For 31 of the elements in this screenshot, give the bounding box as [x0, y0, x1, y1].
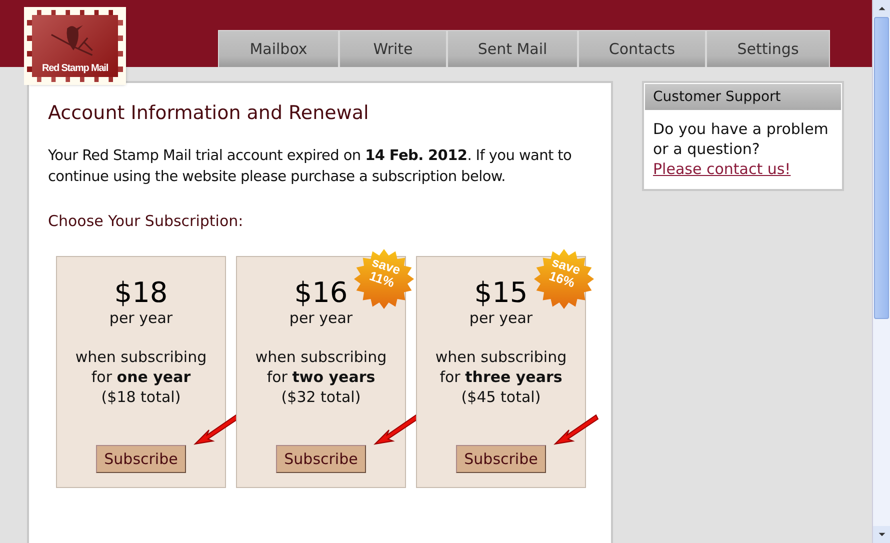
period-text: per year	[109, 309, 173, 327]
scroll-thumb[interactable]	[874, 17, 889, 319]
subscribe-button[interactable]: Subscribe	[276, 445, 366, 473]
price-text: $18	[114, 277, 168, 309]
total-text: ($45 total)	[461, 387, 541, 407]
period-text: per year	[469, 309, 533, 327]
nav-tab[interactable]: Sent Mail	[447, 30, 578, 67]
scrollbar[interactable]	[872, 0, 890, 543]
nav-tab[interactable]: Contacts	[578, 30, 706, 67]
support-text: Do you have a problem or a question?	[653, 120, 828, 158]
nav-tab[interactable]: Mailbox	[218, 30, 339, 67]
scroll-up-icon[interactable]	[878, 6, 886, 11]
plan-description: when subscribing for two years	[255, 347, 387, 387]
total-text: ($18 total)	[101, 387, 181, 407]
contact-link[interactable]: Please contact us!	[653, 160, 791, 178]
total-text: ($32 total)	[281, 387, 361, 407]
subscribe-button[interactable]: Subscribe	[96, 445, 186, 473]
nav-tab[interactable]: Settings	[706, 30, 830, 67]
price-text: $15	[474, 277, 528, 309]
subscribe-button[interactable]: Subscribe	[456, 445, 546, 473]
scroll-down-icon[interactable]	[878, 532, 886, 537]
price-text: $16	[294, 277, 348, 309]
plan-description: when subscribing for three years	[435, 347, 567, 387]
plan-description: when subscribing for one year	[75, 347, 207, 387]
support-title: Customer Support	[644, 83, 842, 111]
period-text: per year	[289, 309, 353, 327]
logo[interactable]: Red Stamp Mail	[27, 10, 123, 82]
section-heading: Choose Your Subscription:	[48, 212, 244, 230]
page-title: Account Information and Renewal	[48, 102, 370, 124]
intro-text: Your Red Stamp Mail trial account expired on 14 Feb. 2012. If you want to continue using the website please purchase a subscription below.	[48, 147, 573, 187]
nav-tab[interactable]: Write	[339, 30, 447, 67]
